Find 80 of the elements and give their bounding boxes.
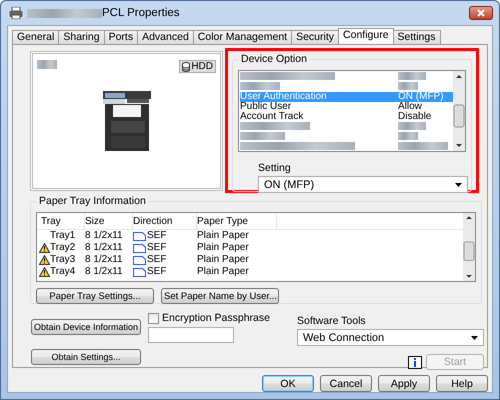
tab[interactable]: Sharing <box>58 30 105 44</box>
blurred-text <box>398 142 448 150</box>
info-icon[interactable] <box>408 356 422 368</box>
column-header[interactable]: Size <box>85 212 133 230</box>
caret-icon <box>455 182 462 186</box>
blurred-text <box>240 132 285 140</box>
obtain-button[interactable]: Obtain Settings... <box>31 349 141 365</box>
blurred-text <box>240 82 280 90</box>
tab[interactable]: Settings <box>392 30 440 44</box>
table-cell: SEF <box>147 242 166 254</box>
dialog-button[interactable]: Apply <box>378 375 430 392</box>
blurred-text <box>240 122 310 130</box>
table-cell-text: 8 1/2x11 <box>85 254 124 266</box>
hdd-badge: HDD <box>179 60 216 73</box>
checkbox[interactable] <box>148 312 159 324</box>
page-icon <box>133 244 146 252</box>
option-value: ON (MFP) <box>398 92 444 102</box>
table-cell-text: Plain Paper <box>197 266 250 278</box>
group-label: Device Option <box>239 53 309 65</box>
close-button[interactable] <box>469 6 493 20</box>
table-cell: Tray3 <box>50 254 76 266</box>
obtain-button[interactable]: Obtain Device Information <box>31 319 141 335</box>
tray-button[interactable]: Set Paper Name by User... <box>161 288 279 304</box>
device-option-list[interactable]: User Authentication ON (MFP) Public User Allow Account Track Disable <box>238 70 466 152</box>
tab[interactable]: Configure <box>338 28 394 44</box>
dialog-button[interactable]: OK <box>262 375 314 392</box>
option-name: User Authentication <box>240 92 328 102</box>
table-cell: SEF <box>147 266 166 278</box>
column-header[interactable]: Direction <box>133 212 197 230</box>
table-cell-text: 8 1/2x11 <box>85 242 124 254</box>
window-title: PCL Properties <box>102 7 180 19</box>
column-header[interactable]: Tray <box>37 212 85 230</box>
blurred-text <box>398 82 418 90</box>
option-value: Allow <box>398 102 422 112</box>
dialog-button[interactable]: Cancel <box>320 375 372 392</box>
caret-icon <box>471 336 478 340</box>
page-icon <box>133 232 146 240</box>
tab[interactable]: Advanced <box>137 30 194 44</box>
printer-drawing <box>102 91 150 151</box>
blurred-text <box>398 122 426 130</box>
column-header[interactable]: Paper Type <box>197 212 277 230</box>
option-name: Public User <box>240 102 292 112</box>
table-cell: SEF <box>147 254 166 266</box>
table-cell-text: Plain Paper <box>197 254 250 266</box>
blurred-text <box>37 60 57 69</box>
blurred-text <box>398 132 418 140</box>
list-row[interactable]: Public User Allow <box>240 102 453 112</box>
printer-icon <box>9 7 23 19</box>
tray-button[interactable]: Paper Tray Settings... <box>36 288 154 304</box>
software-tools-label: Software Tools <box>297 315 367 327</box>
setting-dropdown[interactable]: ON (MFP) <box>258 176 468 193</box>
list-row[interactable]: Account Track Disable <box>240 112 453 122</box>
tab[interactable]: Ports <box>104 30 138 44</box>
warning-icon <box>39 243 50 253</box>
table-cell: SEF <box>147 230 166 242</box>
page-icon <box>133 256 146 264</box>
option-value: Disable <box>398 112 432 122</box>
table-cell: Tray4 <box>50 266 76 278</box>
software-tools-dropdown[interactable]: Web Connection <box>297 329 484 346</box>
warning-icon <box>39 267 50 277</box>
tab[interactable]: Color Management <box>192 30 292 44</box>
table-cell-text: 8 1/2x11 <box>85 230 124 242</box>
option-name: Account Track <box>240 112 304 122</box>
table-cell-text: 8 1/2x11 <box>85 266 124 278</box>
scrollbar[interactable] <box>453 71 465 151</box>
group-label: Paper Tray Information <box>37 195 148 207</box>
page-icon <box>133 268 146 276</box>
table-cell-text: Plain Paper <box>197 242 250 254</box>
tab[interactable]: Security <box>291 30 340 44</box>
passphrase-field[interactable] <box>148 327 234 343</box>
table-cell: Tray1 <box>50 230 76 242</box>
scrollbar[interactable] <box>463 213 475 281</box>
table-cell: Tray2 <box>50 242 76 254</box>
tab[interactable]: General <box>12 30 60 44</box>
blurred-text <box>398 72 426 80</box>
warning-icon <box>39 255 50 265</box>
table-cell-text: Plain Paper <box>197 230 250 242</box>
setting-label: Setting <box>258 162 292 174</box>
dialog-button[interactable]: Help <box>436 375 488 392</box>
checkbox-label: Encryption Passphrase <box>162 312 270 324</box>
